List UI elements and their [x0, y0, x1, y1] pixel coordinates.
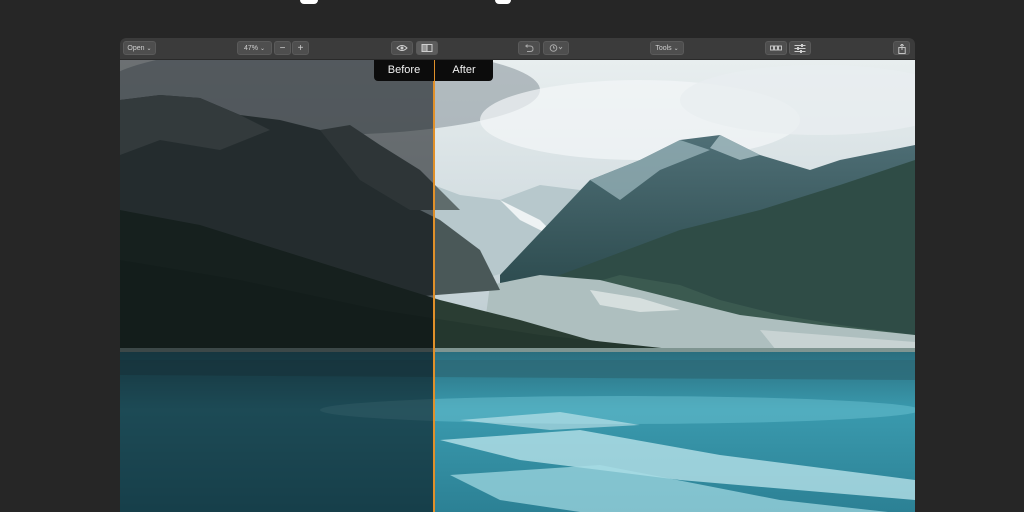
top-heading-partial — [0, 0, 1024, 8]
open-button-label: Open — [127, 45, 145, 52]
zoom-value: 47% — [243, 45, 258, 52]
open-button[interactable]: Open ⌄ — [123, 41, 156, 55]
undo-button[interactable] — [518, 41, 540, 55]
undo-icon — [525, 44, 534, 52]
grid-view-button[interactable] — [765, 41, 787, 55]
before-label: Before — [374, 60, 434, 81]
chevron-down-icon: ⌄ — [673, 46, 679, 52]
zoom-select[interactable]: 47% ⌄ — [237, 41, 272, 55]
split-divider-handle[interactable] — [433, 60, 435, 512]
chevron-down-icon: ⌄ — [259, 46, 266, 52]
page: Open ⌄ 47% ⌄ − + Tools ⌄ Before After — [0, 0, 1024, 512]
editor-window: Open ⌄ 47% ⌄ − + Tools ⌄ Before After — [120, 38, 915, 512]
toolbar: Open ⌄ 47% ⌄ − + Tools ⌄ — [120, 38, 915, 60]
history-icon — [549, 44, 563, 52]
image-canvas[interactable]: Before After — [120, 60, 915, 512]
grid-view-icon — [770, 45, 782, 51]
zoom-in-symbol: + — [297, 43, 304, 54]
split-view-icon — [421, 44, 433, 52]
eye-icon — [396, 45, 408, 51]
zoom-in-button[interactable]: + — [292, 41, 309, 55]
zoom-out-symbol: − — [279, 43, 286, 54]
share-icon — [897, 44, 906, 54]
tools-button-label: Tools — [655, 45, 672, 52]
adjustments-button[interactable] — [789, 41, 811, 55]
history-button[interactable] — [543, 41, 569, 55]
zoom-out-button[interactable]: − — [274, 41, 291, 55]
before-side-overlay — [120, 60, 434, 512]
chevron-down-icon: ⌄ — [146, 46, 152, 52]
adjustments-icon — [794, 44, 806, 53]
after-label: After — [435, 60, 493, 81]
tools-menu-button[interactable]: Tools ⌄ — [650, 41, 684, 55]
share-button[interactable] — [893, 41, 910, 55]
split-view-button[interactable] — [416, 41, 438, 55]
preview-toggle-button[interactable] — [391, 41, 413, 55]
